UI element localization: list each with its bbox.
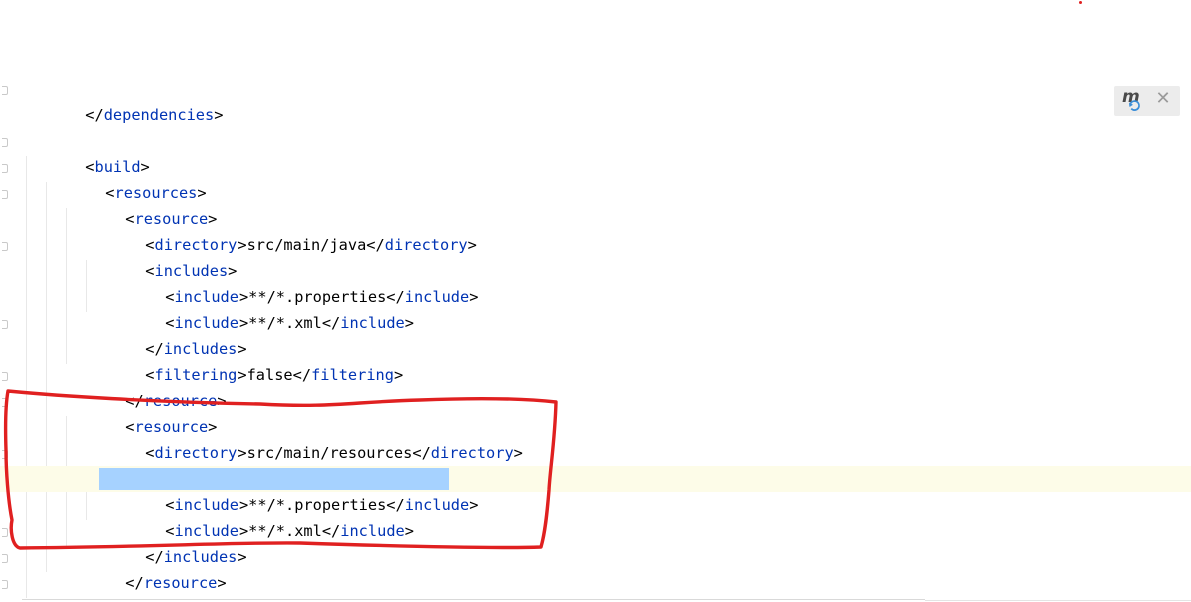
code-line: </resource> <box>0 544 1191 592</box>
current-code-line: <include>**/*.properties</include> <box>0 466 1191 514</box>
code-token: > <box>214 106 224 124</box>
annotation-dot <box>1079 1 1082 4</box>
close-icon[interactable]: ✕ <box>1152 88 1174 110</box>
code-line: <includes> <box>0 440 1191 488</box>
fold-marker-icon[interactable] <box>2 242 8 251</box>
editor-bottom-divider <box>925 600 1191 601</box>
code-token: </ <box>85 106 104 124</box>
code-line: <include>**/*.xml</include> <box>0 284 1191 332</box>
fold-marker-icon[interactable] <box>2 450 8 459</box>
maven-reload-icon[interactable]: m <box>1120 86 1148 114</box>
code-line: </includes> <box>0 310 1191 358</box>
code-line: <directory>src/main/resources</directory… <box>0 414 1191 462</box>
fold-marker-icon[interactable] <box>2 372 8 381</box>
fold-marker-icon[interactable] <box>2 398 8 407</box>
code-line: <include>**/*.xml</include> <box>0 492 1191 540</box>
code-line: </resource> <box>0 362 1191 410</box>
fold-marker-icon[interactable] <box>2 320 8 329</box>
code-line: <resource> <box>0 180 1191 228</box>
code-line: </dependencies> <box>0 76 1191 124</box>
fold-marker-icon[interactable] <box>2 86 8 95</box>
fold-marker-icon[interactable] <box>2 164 8 173</box>
code-line: <includes> <box>0 232 1191 280</box>
fold-marker-icon[interactable] <box>2 138 8 147</box>
maven-reload-popup: m ✕ <box>1114 86 1180 116</box>
code-line: <resources> <box>0 154 1191 202</box>
fold-marker-icon[interactable] <box>2 554 8 563</box>
code-line: <directory>src/main/java</directory> <box>0 206 1191 254</box>
fold-marker-icon[interactable] <box>2 190 8 199</box>
code-line: <build> <box>0 128 1191 176</box>
fold-marker-icon[interactable] <box>2 528 8 537</box>
fold-marker-icon[interactable] <box>2 580 8 589</box>
code-line: </includes> <box>0 518 1191 566</box>
editor-bottom-divider <box>22 599 925 600</box>
code-token: dependencies <box>103 106 215 124</box>
code-line: <resource> <box>0 388 1191 436</box>
code-editor[interactable]: </dependencies> <build> <resources> <res… <box>0 0 1191 602</box>
code-line: </resources> <box>0 570 1191 602</box>
code-line: <filtering>false</filtering> <box>0 336 1191 384</box>
code-line: <include>**/*.properties</include> <box>0 258 1191 306</box>
